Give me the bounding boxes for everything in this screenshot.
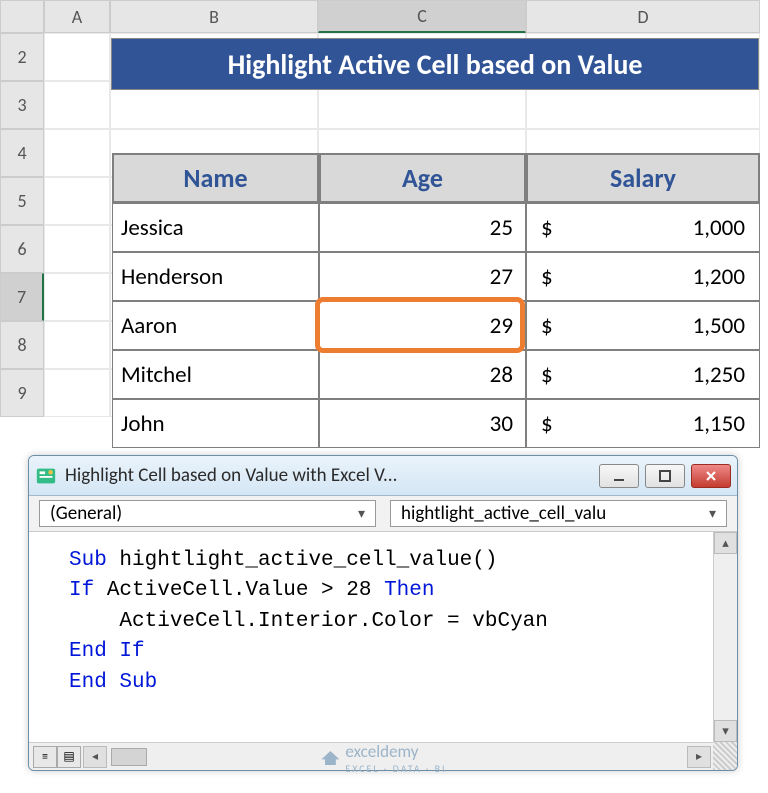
column-headers-row: A B C D xyxy=(0,0,768,33)
cell[interactable] xyxy=(44,177,110,225)
table-row: Jessica 25 $1,000 xyxy=(112,203,760,252)
table-header-salary[interactable]: Salary xyxy=(526,153,760,203)
currency-symbol: $ xyxy=(541,263,553,291)
currency-symbol: $ xyxy=(541,214,553,242)
cell-salary[interactable]: $1,500 xyxy=(526,301,760,350)
maximize-button[interactable] xyxy=(645,464,685,488)
table-row: Henderson 27 $1,200 xyxy=(112,252,760,301)
scroll-down-icon[interactable]: ▾ xyxy=(714,720,737,742)
cell-name[interactable]: Aaron xyxy=(112,301,319,350)
salary-value: 1,250 xyxy=(693,361,745,389)
chevron-down-icon: ▾ xyxy=(709,505,716,522)
cell-age[interactable]: 30 xyxy=(319,399,526,448)
table-row: Mitchel 28 $1,250 xyxy=(112,350,760,399)
vba-editor-window: Highlight Cell based on Value with Excel… xyxy=(28,455,738,771)
cell[interactable] xyxy=(44,225,110,273)
salary-value: 1,200 xyxy=(693,263,745,291)
row-header-7[interactable]: 7 xyxy=(0,273,44,321)
col-header-A[interactable]: A xyxy=(44,0,110,33)
scroll-left-icon[interactable]: ◂ xyxy=(83,746,107,768)
row-header-5[interactable]: 5 xyxy=(0,177,44,225)
watermark: exceldemy EXCEL · DATA · BI xyxy=(321,741,446,775)
table-header-name[interactable]: Name xyxy=(112,153,319,203)
title-banner: Highlight Active Cell based on Value xyxy=(111,38,759,90)
col-header-C[interactable]: C xyxy=(318,0,526,33)
vba-window-title: Highlight Cell based on Value with Excel… xyxy=(65,464,599,487)
currency-symbol: $ xyxy=(541,361,553,389)
cell-age[interactable]: 28 xyxy=(319,350,526,399)
chevron-down-icon: ▾ xyxy=(358,505,365,522)
procedure-dropdown[interactable]: hightlight_active_cell_valu ▾ xyxy=(390,500,727,527)
cell-age[interactable]: 27 xyxy=(319,252,526,301)
row-header-8[interactable]: 8 xyxy=(0,321,44,369)
cell-age[interactable]: 25 xyxy=(319,203,526,252)
scroll-right-icon[interactable]: ▸ xyxy=(687,746,711,768)
select-all-corner[interactable] xyxy=(0,0,44,33)
object-dropdown[interactable]: (General) ▾ xyxy=(39,500,376,527)
currency-symbol: $ xyxy=(541,312,553,340)
cell-salary[interactable]: $1,200 xyxy=(526,252,760,301)
cell-age[interactable]: 29 xyxy=(319,301,526,350)
procedure-dropdown-value: hightlight_active_cell_valu xyxy=(401,502,606,525)
row-header-6[interactable]: 6 xyxy=(0,225,44,273)
table-header-age[interactable]: Age xyxy=(319,153,526,203)
maximize-icon xyxy=(658,469,672,483)
cell-salary[interactable]: $1,250 xyxy=(526,350,760,399)
close-icon xyxy=(704,469,718,483)
scroll-up-icon[interactable]: ▴ xyxy=(714,532,737,554)
vertical-scrollbar[interactable]: ▴ ▾ xyxy=(713,532,737,742)
cell-name[interactable]: Henderson xyxy=(112,252,319,301)
cell-name[interactable]: John xyxy=(112,399,319,448)
watermark-brand: exceldemy xyxy=(345,741,418,762)
watermark-tag: EXCEL · DATA · BI xyxy=(345,762,446,775)
cell[interactable] xyxy=(44,321,110,369)
cell[interactable] xyxy=(44,273,110,321)
object-dropdown-value: (General) xyxy=(50,502,122,525)
cell[interactable] xyxy=(44,129,110,177)
salary-value: 1,000 xyxy=(693,214,745,242)
scroll-thumb[interactable] xyxy=(111,748,147,766)
code-area[interactable]: Sub hightlight_active_cell_value() If Ac… xyxy=(29,532,737,740)
cell[interactable] xyxy=(44,369,110,417)
table-row: John 30 $1,150 xyxy=(112,399,760,448)
full-module-view-button[interactable]: ▤ xyxy=(57,746,81,768)
col-header-D[interactable]: D xyxy=(526,0,760,33)
salary-value: 1,150 xyxy=(693,410,745,438)
row-header-4[interactable]: 4 xyxy=(0,129,44,177)
cell-name[interactable]: Jessica xyxy=(112,203,319,252)
row-header-3[interactable]: 3 xyxy=(0,81,44,129)
row-header-9[interactable]: 9 xyxy=(0,369,44,417)
currency-symbol: $ xyxy=(541,410,553,438)
table-row: Aaron 29 $1,500 xyxy=(112,301,760,350)
house-icon xyxy=(321,751,339,765)
vba-titlebar[interactable]: Highlight Cell based on Value with Excel… xyxy=(29,456,737,496)
vba-app-icon xyxy=(35,465,57,487)
salary-value: 1,500 xyxy=(693,312,745,340)
cell-salary[interactable]: $1,000 xyxy=(526,203,760,252)
cell-name[interactable]: Mitchel xyxy=(112,350,319,399)
cell[interactable] xyxy=(44,81,110,129)
minimize-icon xyxy=(612,469,626,483)
cell-salary[interactable]: $1,150 xyxy=(526,399,760,448)
cell[interactable] xyxy=(44,33,110,81)
row-header-2[interactable]: 2 xyxy=(0,33,44,81)
resize-grip[interactable] xyxy=(713,742,737,770)
close-button[interactable] xyxy=(691,464,731,488)
col-header-B[interactable]: B xyxy=(110,0,318,33)
minimize-button[interactable] xyxy=(599,464,639,488)
procedure-view-button[interactable]: ≡ xyxy=(33,746,57,768)
data-table: Name Age Salary Jessica 25 $1,000 Hender… xyxy=(112,153,760,448)
